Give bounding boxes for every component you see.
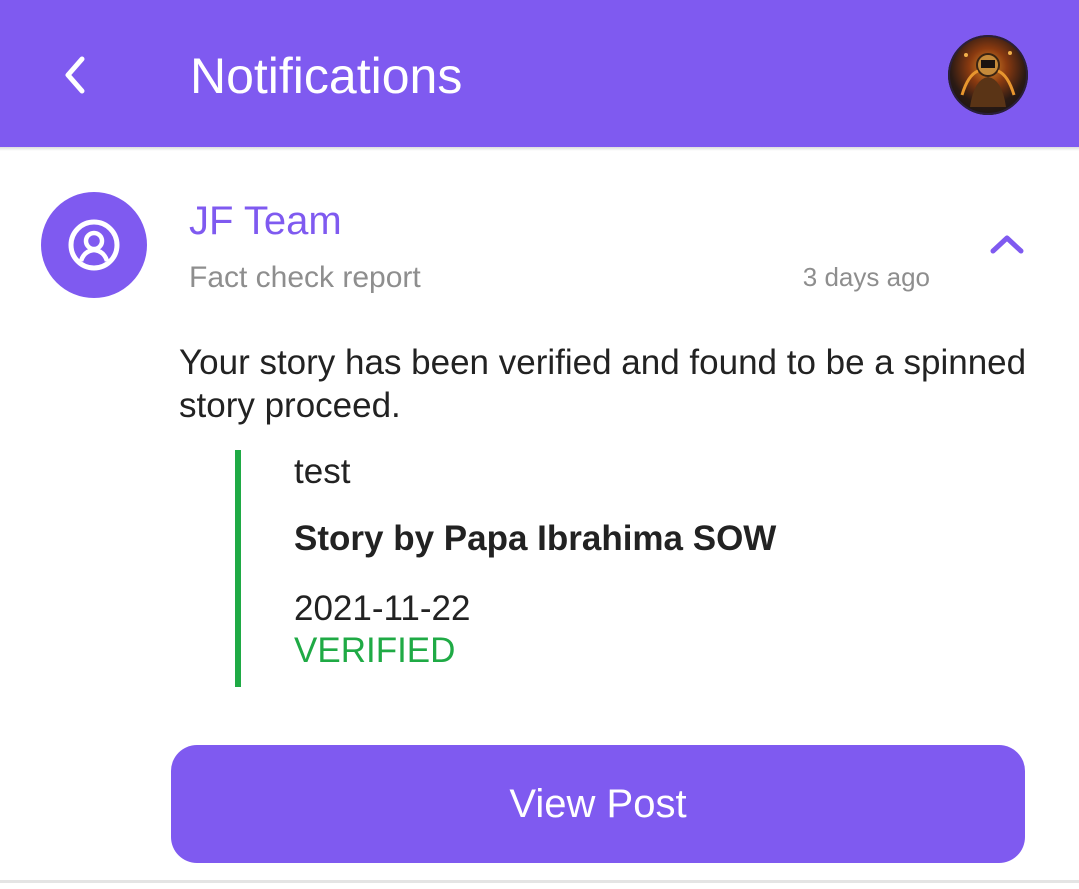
page-title: Notifications bbox=[190, 48, 463, 104]
chevron-left-icon bbox=[65, 56, 85, 94]
user-avatar[interactable] bbox=[948, 35, 1028, 115]
avatar-image bbox=[960, 51, 1016, 107]
collapse-button[interactable] bbox=[982, 222, 1032, 266]
chevron-up-icon bbox=[990, 235, 1024, 254]
notification-subject: Fact check report bbox=[189, 261, 421, 294]
notification-time: 3 days ago bbox=[802, 262, 930, 292]
notification-message: Your story has been verified and found t… bbox=[179, 343, 1027, 425]
bottom-divider bbox=[0, 880, 1079, 883]
app-bar: Notifications bbox=[0, 0, 1079, 147]
notification-sender: JF Team bbox=[189, 199, 342, 243]
app-bar-shadow bbox=[0, 147, 1079, 151]
story-author: Story by Papa Ibrahima SOW bbox=[294, 519, 777, 558]
view-post-button[interactable]: View Post bbox=[171, 745, 1025, 863]
team-user-icon bbox=[41, 192, 147, 298]
user-circle-icon bbox=[68, 219, 120, 271]
quote-bar bbox=[235, 450, 241, 687]
story-status: VERIFIED bbox=[294, 631, 456, 670]
story-title: test bbox=[294, 452, 351, 491]
back-button[interactable] bbox=[50, 50, 100, 100]
story-date: 2021-11-22 bbox=[294, 589, 471, 628]
